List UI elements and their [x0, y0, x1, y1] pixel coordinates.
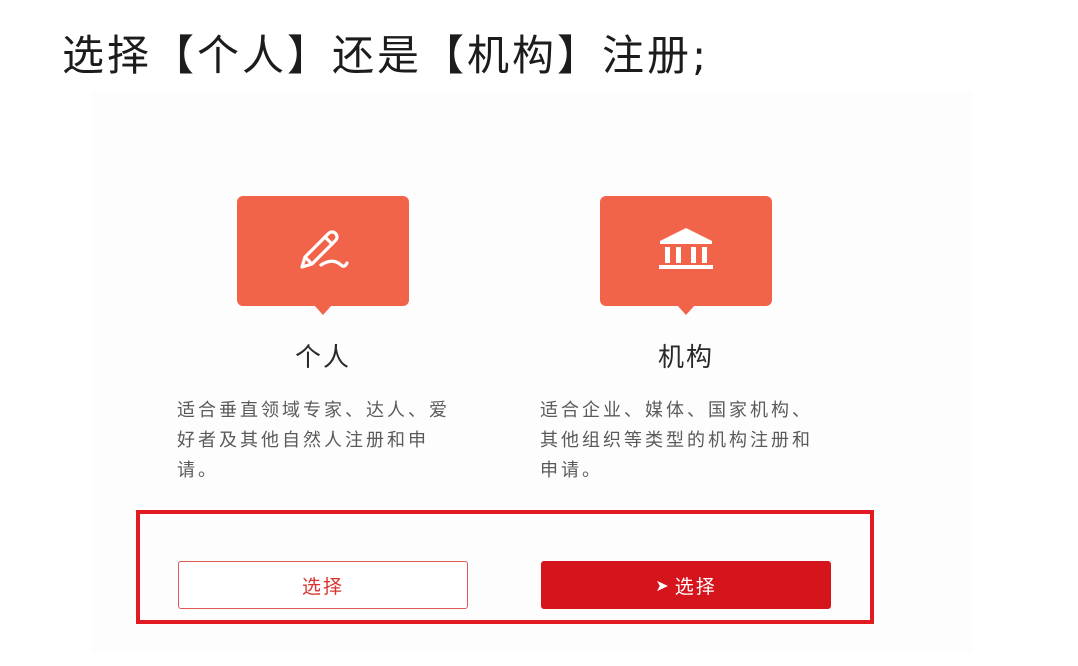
option-description-organization: 适合企业、媒体、国家机构、其他组织等类型的机构注册和申请。	[540, 400, 813, 481]
option-card-organization[interactable]: 机构 适合企业、媒体、国家机构、其他组织等类型的机构注册和申请。	[526, 196, 846, 486]
select-organization-button[interactable]: ➤ 选择	[541, 561, 831, 609]
option-card-personal[interactable]: 个人 适合垂直领域专家、达人、爱好者及其他自然人注册和申请。	[163, 196, 483, 486]
select-organization-button-label: 选择	[674, 575, 717, 598]
option-description-personal: 适合垂直领域专家、达人、爱好者及其他自然人注册和申请。	[177, 400, 450, 481]
select-personal-button-label: 选择	[301, 575, 344, 598]
select-personal-button[interactable]: 选择	[178, 561, 468, 609]
organization-icon-tile[interactable]	[600, 196, 772, 315]
institution-icon	[654, 224, 718, 278]
pointer-cursor-icon: ➤	[655, 575, 671, 595]
option-title-personal: 个人	[294, 343, 351, 373]
pen-icon	[291, 221, 355, 281]
page-headline: 选择【个人】还是【机构】注册;	[62, 31, 710, 80]
option-title-organization: 机构	[657, 343, 714, 373]
personal-icon-tile[interactable]	[237, 196, 409, 315]
